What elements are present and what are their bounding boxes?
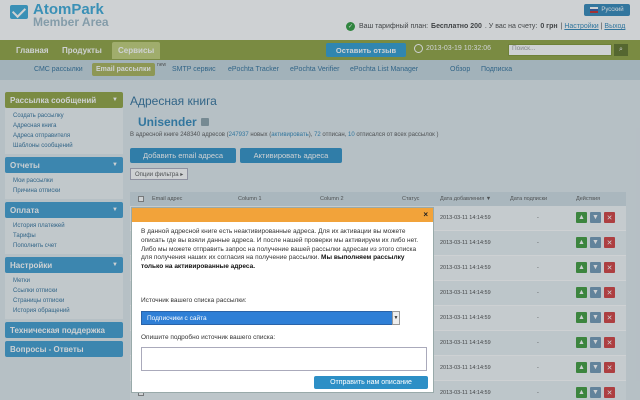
submit-description-button[interactable]: Отправить нам описание — [314, 376, 428, 389]
chevron-down-icon: ▼ — [392, 311, 400, 325]
source-description-textarea[interactable] — [141, 347, 427, 371]
activation-modal: × В данной адресной книге есть неактивир… — [131, 207, 434, 393]
close-icon[interactable]: × — [423, 210, 428, 219]
modal-description: В данной адресной книге есть неактивиров… — [141, 228, 425, 272]
modal-titlebar: × — [132, 208, 433, 222]
source-select-value: Подписчики с сайта — [147, 314, 207, 322]
source-label: Источник вашего списка рассылки: — [141, 297, 247, 304]
source-select[interactable]: Подписчики с сайта ▼ — [141, 311, 400, 325]
describe-label: Опишите подробно источник вашего списка: — [141, 334, 276, 341]
